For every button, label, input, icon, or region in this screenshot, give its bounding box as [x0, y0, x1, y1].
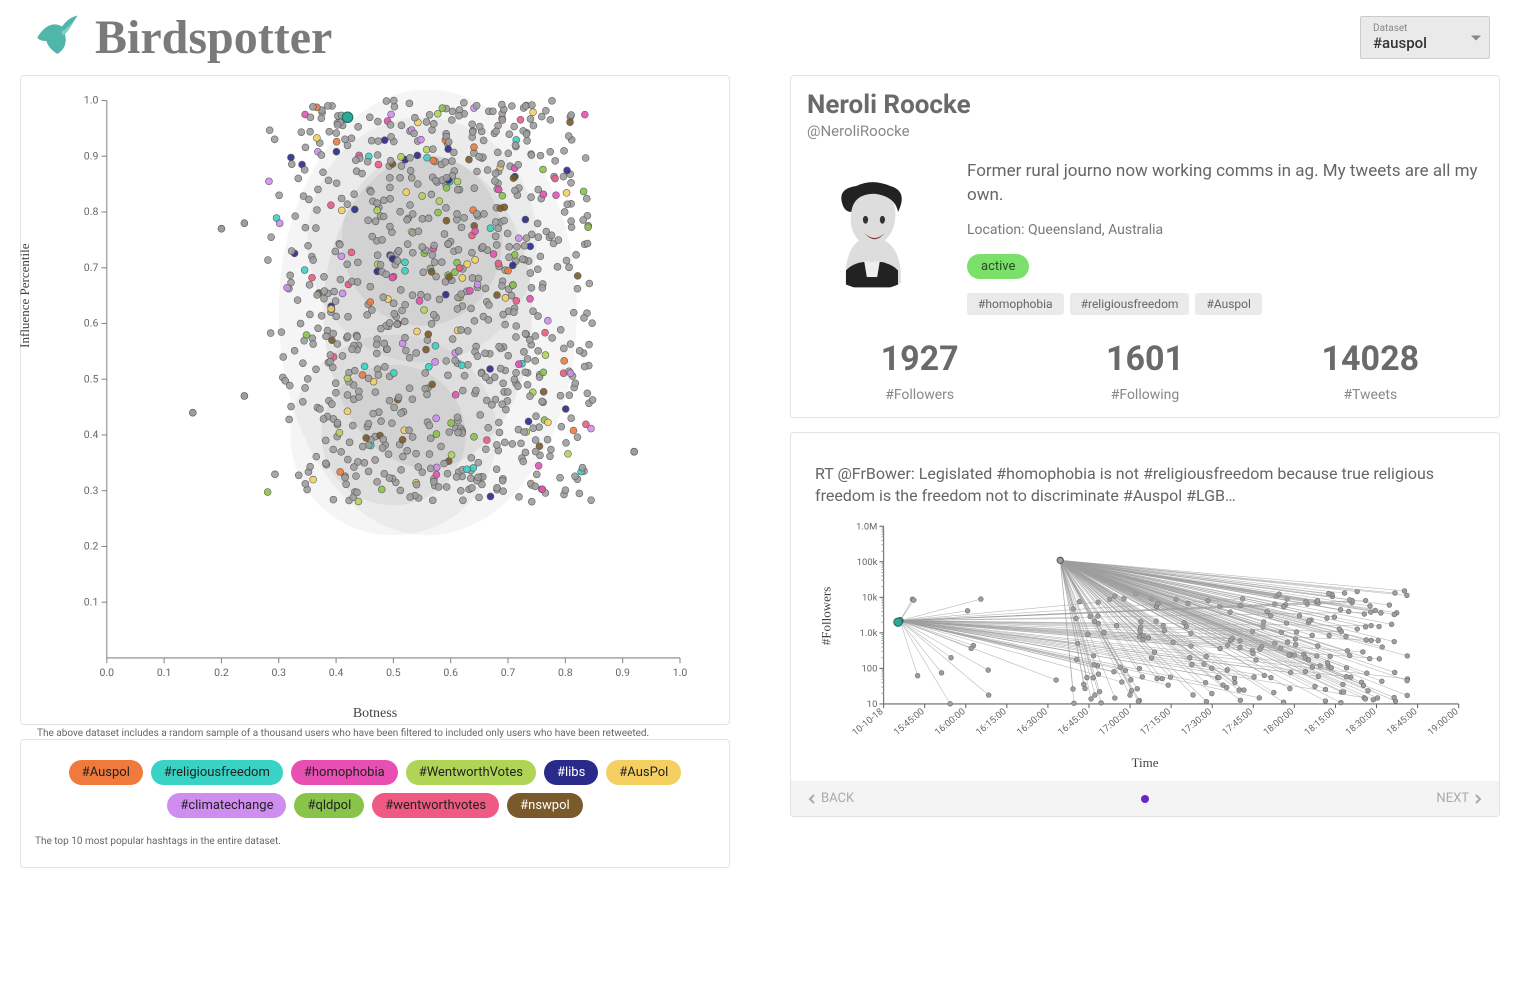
- profile-bio: Former rural journo now working comms in…: [967, 160, 1483, 208]
- chevron-left-icon: [807, 794, 817, 804]
- next-button[interactable]: NEXT: [1436, 791, 1483, 806]
- svg-text:17:30:00: 17:30:00: [1179, 707, 1214, 739]
- svg-text:17:45:00: 17:45:00: [1220, 707, 1255, 739]
- svg-text:16:00:00: 16:00:00: [933, 707, 968, 739]
- stat-value: 1601: [1032, 339, 1257, 379]
- profile-tag[interactable]: #religiousfreedom: [1070, 293, 1190, 315]
- svg-text:1.0M: 1.0M: [856, 522, 877, 533]
- scatter-ylabel: Influence Percentile: [17, 244, 33, 348]
- profile-name: Neroli Roocke: [807, 90, 1483, 120]
- dataset-dropdown-value: #auspol: [1373, 34, 1459, 52]
- stat-label: #Tweets: [1258, 387, 1483, 403]
- svg-text:0.5: 0.5: [84, 372, 99, 385]
- hashtag-legend-panel: #Auspol #religiousfreedom #homophobia #Went…: [20, 739, 730, 868]
- svg-text:18:15:00: 18:15:00: [1303, 707, 1338, 739]
- svg-text:100k: 100k: [857, 557, 878, 568]
- svg-text:1.0: 1.0: [84, 94, 99, 107]
- hashtag-pill[interactable]: #libs: [544, 760, 598, 785]
- profile-handle: @NeroliRoocke: [807, 122, 1483, 140]
- svg-text:0.3: 0.3: [84, 484, 99, 497]
- svg-text:0.9: 0.9: [84, 149, 99, 162]
- svg-text:0.1: 0.1: [157, 666, 172, 679]
- profile-panel: Neroli Roocke @NeroliRoocke: [790, 75, 1500, 418]
- chevron-right-icon: [1473, 794, 1483, 804]
- svg-text:1.0k: 1.0k: [860, 628, 878, 639]
- hummingbird-logo-icon: [30, 10, 85, 65]
- stat-label: #Following: [1032, 387, 1257, 403]
- stat-block: 1927 #Followers: [807, 339, 1032, 403]
- hashtag-pill[interactable]: #nswpol: [507, 793, 583, 818]
- scatter-footnote: The above dataset includes a random samp…: [37, 728, 713, 739]
- svg-text:10-10-18: 10-10-18: [850, 707, 885, 739]
- scatter-plot[interactable]: 0.0 0.1 0.2 0.3 0.4 0.5 0.6 0.7 0.8 0.9 1.0 0.1 0.2 0…: [37, 90, 713, 700]
- svg-text:16:45:00: 16:45:00: [1056, 707, 1091, 739]
- svg-text:0.7: 0.7: [501, 666, 516, 679]
- svg-text:0.2: 0.2: [84, 540, 99, 553]
- profile-tag[interactable]: #homophobia: [967, 293, 1064, 315]
- svg-text:17:15:00: 17:15:00: [1138, 707, 1173, 739]
- svg-text:100: 100: [862, 664, 878, 675]
- cascade-ylabel: #Followers: [818, 586, 834, 645]
- stat-label: #Followers: [807, 387, 1032, 403]
- hashtag-pill[interactable]: #AusPol: [606, 760, 681, 785]
- dataset-dropdown[interactable]: Dataset #auspol: [1360, 16, 1490, 59]
- hashtag-pill[interactable]: #WentworthVotes: [406, 760, 536, 785]
- cascade-xlabel: Time: [807, 755, 1483, 771]
- stat-value: 14028: [1258, 339, 1483, 379]
- pager-dot[interactable]: [1141, 795, 1149, 803]
- svg-text:0.5: 0.5: [386, 666, 401, 679]
- svg-text:0.4: 0.4: [84, 428, 99, 441]
- svg-text:0.4: 0.4: [329, 666, 344, 679]
- svg-text:16:30:00: 16:30:00: [1015, 707, 1050, 739]
- stat-block: 1601 #Following: [1032, 339, 1257, 403]
- avatar: [807, 160, 937, 290]
- svg-text:0.6: 0.6: [84, 317, 99, 330]
- cascade-plot[interactable]: 101001.0k10k100k1.0M10-10-1815:45:0016:0…: [807, 521, 1483, 751]
- svg-text:0.7: 0.7: [84, 261, 99, 274]
- cascade-panel: RT @FrBower: Legislated #homophobia is n…: [790, 432, 1500, 818]
- svg-text:16:15:00: 16:15:00: [974, 707, 1009, 739]
- svg-text:0.6: 0.6: [443, 666, 458, 679]
- svg-text:18:30:00: 18:30:00: [1344, 707, 1379, 739]
- svg-text:1.0: 1.0: [673, 666, 688, 679]
- app-title: Birdspotter: [95, 10, 332, 65]
- svg-text:10k: 10k: [862, 593, 878, 604]
- svg-text:0.9: 0.9: [615, 666, 630, 679]
- svg-text:15:45:00: 15:45:00: [892, 707, 927, 739]
- svg-text:0.2: 0.2: [214, 666, 229, 679]
- stat-block: 14028 #Tweets: [1258, 339, 1483, 403]
- profile-tag[interactable]: #Auspol: [1195, 293, 1261, 315]
- hashtag-pill[interactable]: #religiousfreedom: [151, 760, 283, 785]
- svg-text:18:45:00: 18:45:00: [1385, 707, 1420, 739]
- svg-text:0.8: 0.8: [558, 666, 573, 679]
- hashtag-pill[interactable]: #Auspol: [69, 760, 143, 785]
- hashtag-pill[interactable]: #qldpol: [294, 793, 364, 818]
- svg-text:17:00:00: 17:00:00: [1097, 707, 1132, 739]
- profile-location: Location: Queensland, Australia: [967, 222, 1483, 238]
- svg-text:0.8: 0.8: [84, 205, 99, 218]
- chevron-down-icon: [1471, 35, 1481, 40]
- svg-text:0.1: 0.1: [84, 595, 99, 608]
- back-button[interactable]: BACK: [807, 791, 854, 806]
- stat-value: 1927: [807, 339, 1032, 379]
- tweet-text: RT @FrBower: Legislated #homophobia is n…: [807, 447, 1483, 508]
- scatter-panel: Influence Percentile 0.00.10.20.30.40.50…: [20, 75, 730, 725]
- svg-text:19:00:00: 19:00:00: [1426, 707, 1461, 739]
- hashtag-pill[interactable]: #climatechange: [167, 793, 286, 818]
- svg-text:0.0: 0.0: [100, 666, 115, 679]
- hashtag-pill[interactable]: #homophobia: [291, 760, 398, 785]
- status-badge: active: [967, 254, 1029, 279]
- svg-text:0.3: 0.3: [271, 666, 286, 679]
- hashtag-pill[interactable]: #wentworthvotes: [372, 793, 499, 818]
- svg-text:18:00:00: 18:00:00: [1261, 707, 1296, 739]
- scatter-xlabel: Botness: [37, 706, 713, 722]
- dataset-dropdown-label: Dataset: [1373, 23, 1459, 34]
- hashtag-footnote: The top 10 most popular hashtags in the …: [35, 836, 715, 847]
